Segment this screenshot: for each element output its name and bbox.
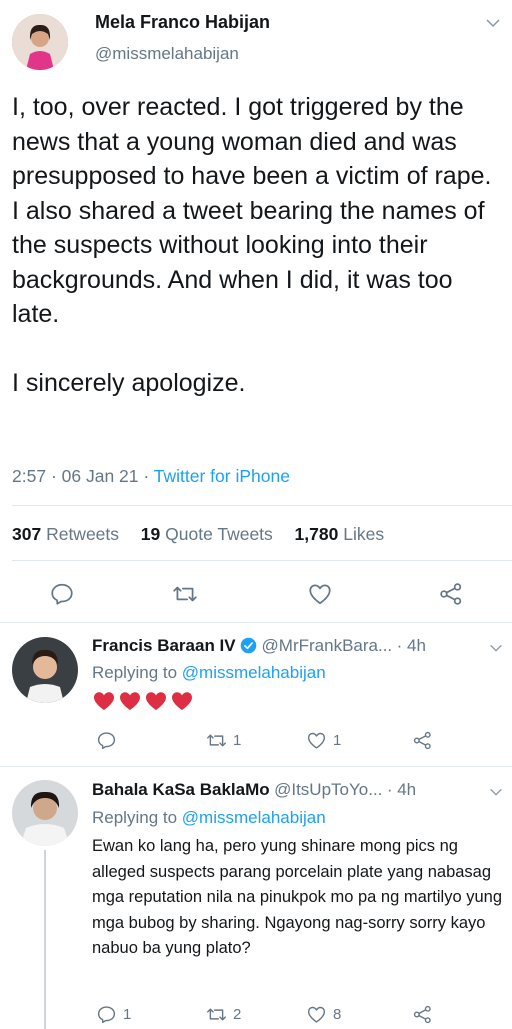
likes-label: Likes	[343, 524, 385, 544]
share-button[interactable]	[412, 1004, 433, 1025]
heart-icon	[307, 1006, 326, 1023]
replying-prefix: Replying to	[92, 663, 178, 682]
reply-text: Ewan ko lang ha, pero yung shinare mong …	[92, 837, 502, 957]
like-button[interactable]: 1	[306, 730, 341, 751]
like-button[interactable]	[302, 576, 338, 612]
share-button[interactable]	[433, 576, 469, 612]
reply-author-name[interactable]: Francis Baraan IV	[92, 636, 236, 655]
replying-to: Replying to @missmelahabijan	[92, 808, 326, 828]
replying-mention[interactable]: @missmelahabijan	[182, 663, 326, 682]
retweets-count: 307	[12, 524, 42, 544]
reply-button[interactable]	[44, 576, 80, 612]
author-handle[interactable]: @missmelahabijan	[95, 44, 239, 64]
like-button[interactable]: 8	[306, 1004, 341, 1025]
reply-avatar[interactable]	[12, 780, 78, 846]
tweet-text: I, too, over reacted. I got triggered by…	[12, 93, 492, 397]
retweet-button[interactable]: 1	[206, 730, 241, 751]
replying-to: Replying to @missmelahabijan	[92, 663, 326, 683]
reply-header: Francis Baraan IV @MrFrankBara... · 4h	[92, 636, 502, 658]
likes-count: 1,780	[294, 524, 339, 544]
reply-button[interactable]: 1	[96, 1004, 131, 1025]
retweet-icon	[207, 734, 226, 747]
replying-mention[interactable]: @missmelahabijan	[182, 808, 326, 827]
quotes-stat[interactable]: 19 Quote Tweets	[141, 524, 273, 544]
tweet-date: 06 Jan 21	[61, 466, 139, 486]
retweet-count: 2	[233, 1006, 242, 1023]
like-count: 8	[333, 1006, 342, 1023]
red-hearts-emoji-icon	[94, 692, 192, 710]
share-icon	[413, 1005, 431, 1024]
tweet-source[interactable]: Twitter for iPhone	[154, 466, 290, 486]
chevron-down-icon[interactable]	[488, 640, 504, 656]
share-icon	[413, 731, 431, 750]
retweet-icon	[173, 586, 197, 602]
retweets-stat[interactable]: 307 Retweets	[12, 524, 119, 544]
divider	[0, 766, 512, 767]
avatar-photo	[12, 780, 78, 846]
heart-icon	[307, 732, 326, 749]
reply-icon	[97, 1006, 116, 1024]
like-count: 1	[333, 732, 342, 749]
chevron-down-icon[interactable]	[484, 14, 502, 32]
reply-age: · 4h	[396, 636, 426, 655]
replying-prefix: Replying to	[92, 808, 178, 827]
retweets-label: Retweets	[46, 524, 120, 544]
author-avatar[interactable]	[12, 14, 68, 70]
quotes-label: Quote Tweets	[165, 524, 273, 544]
reply-button[interactable]	[96, 730, 123, 751]
reply-author-handle[interactable]: @ItsUpToYo...	[274, 780, 382, 799]
reply-icon	[97, 732, 116, 750]
reply-text: ❤️❤️❤️❤️	[92, 690, 196, 718]
avatar-photo	[12, 637, 78, 703]
tweet-metadata: 2:57 · 06 Jan 21 · Twitter for iPhone	[12, 466, 290, 486]
retweet-icon	[207, 1008, 226, 1021]
retweet-button[interactable]	[167, 576, 203, 612]
divider	[0, 622, 512, 623]
reply-icon	[51, 583, 73, 605]
avatar-photo	[12, 14, 68, 70]
quotes-count: 19	[140, 524, 161, 544]
share-button[interactable]	[412, 730, 433, 751]
thread-line	[44, 850, 46, 1029]
reply-author-name[interactable]: Bahala KaSa BaklaMo	[92, 780, 270, 799]
reply-age: · 4h	[386, 780, 417, 799]
verified-badge-icon	[240, 637, 257, 654]
chevron-down-icon[interactable]	[488, 784, 504, 800]
tweet-stats: 307 Retweets 19 Quote Tweets 1,780 Likes	[12, 524, 384, 545]
retweet-count: 1	[233, 732, 242, 749]
reply-author-handle[interactable]: @MrFrankBara...	[262, 636, 393, 655]
reply-avatar[interactable]	[12, 637, 78, 703]
reply-header: Bahala KaSa BaklaMo @ItsUpToYo... · 4h	[92, 780, 492, 802]
share-icon	[440, 583, 462, 605]
divider	[12, 560, 512, 561]
heart-icon	[309, 584, 331, 605]
reply-count: 1	[123, 1006, 132, 1023]
likes-stat[interactable]: 1,780 Likes	[295, 524, 385, 544]
retweet-button[interactable]: 2	[206, 1004, 241, 1025]
tweet-time: 2:57	[12, 466, 47, 486]
divider	[12, 505, 512, 506]
author-name[interactable]: Mela Franco Habijan	[95, 12, 270, 33]
